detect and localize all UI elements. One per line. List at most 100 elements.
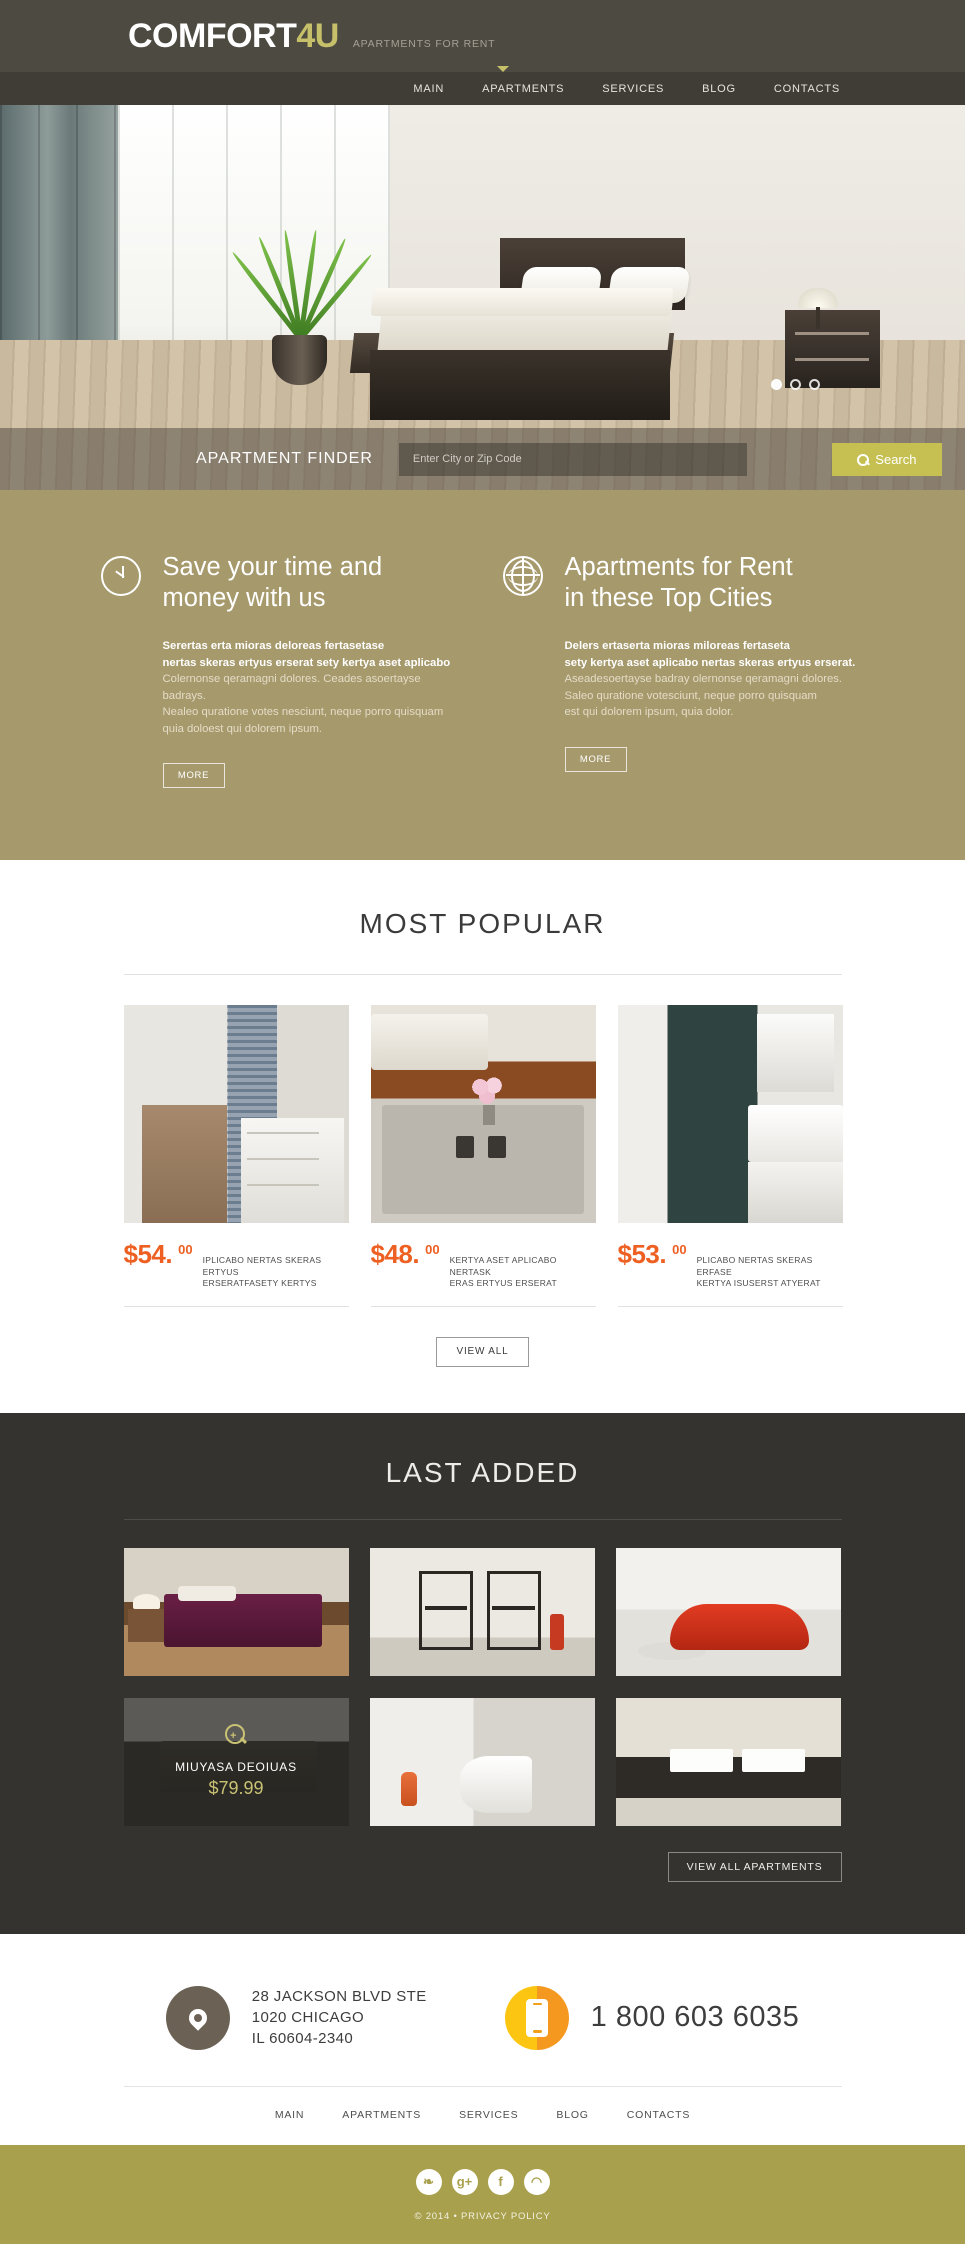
search-button[interactable]: Search [831,442,942,476]
address-block: 28 JACKSON BLVD STE 1020 CHICAGO IL 6060… [165,1985,427,2050]
main-navigation: MAIN APARTMENTS SERVICES BLOG CONTACTS [0,66,965,105]
zoom-in-icon: + [225,1724,247,1746]
social-links: ❧ g+ f ◠ [0,2168,965,2195]
popular-card: $48. 00 KERTYA ASET APLICABO NERTASK ERA… [370,1005,596,1307]
search-icon [857,453,870,466]
feature-title-1: Save your time and money with us [162,553,383,612]
feature-body-1: Colernonse qeramagni dolores. Ceades aso… [162,673,444,735]
most-popular-section: MOST POPULAR $54. 00 IPLICABO NERTAS SKE… [0,860,965,1413]
last-added-tile-featured[interactable]: + MIUYASA DEOIUAS $79.99 [123,1697,349,1826]
card-price-cents: 00 [178,1242,193,1257]
last-added-tile-white-chair[interactable] [369,1697,595,1826]
feature-lead-2: Delers ertaserta mioras miloreas fertase… [564,640,856,669]
map-pin-icon [165,1985,230,2050]
feature-lead-1: Serertas erta mioras deloreas fertasetas… [162,640,451,669]
apartment-finder-bar: APARTMENT FINDER Search [0,428,965,490]
footer-nav-main[interactable]: MAIN [275,2109,304,2121]
tile-price: $79.99 [208,1778,264,1798]
mobile-phone-icon [504,1985,569,2050]
apartment-finder-label: APARTMENT FINDER [196,450,373,467]
hero-slider: APARTMENT FINDER Search [0,105,965,490]
card-price-row: $53. 00 PLICABO NERTAS SKERAS ERFASE KER… [618,1239,843,1290]
feature-title-2: Apartments for Rent in these Top Cities [564,553,793,612]
popular-card: $54. 00 IPLICABO NERTAS SKERAS ERTYUS ER… [123,1005,349,1307]
phone-number[interactable]: 1 800 603 6035 [591,2001,800,2034]
google-plus-icon[interactable]: g+ [451,2168,478,2195]
hero-dot-1[interactable] [771,379,782,390]
divider [617,1305,843,1307]
feature-column-1: Save your time and money with us Sererta… [100,552,463,788]
most-popular-title: MOST POPULAR [359,908,606,939]
nav-item-main[interactable]: MAIN [413,83,444,95]
last-added-title: LAST ADDED [385,1456,580,1488]
contact-section: 28 JACKSON BLVD STE 1020 CHICAGO IL 6060… [0,1933,965,2086]
nav-item-services[interactable]: SERVICES [602,83,664,95]
card-image-bedroom-rug[interactable] [370,1005,596,1223]
view-all-button[interactable]: VIEW ALL [436,1336,529,1367]
tile-hover-overlay[interactable]: + MIUYASA DEOIUAS $79.99 [123,1697,349,1826]
hero-dot-3[interactable] [809,379,820,390]
card-price: $54. [123,1239,173,1269]
nav-item-blog[interactable]: BLOG [702,83,736,95]
popular-cards-list: $54. 00 IPLICABO NERTAS SKERAS ERTYUS ER… [123,1005,843,1307]
feature-column-2: Apartments for Rent in these Top Cities … [502,552,865,788]
last-added-tile-double-sink[interactable] [615,1697,841,1826]
twitter-icon[interactable]: ❧ [415,2168,442,2195]
feature-more-button-2[interactable]: MORE [564,746,627,772]
clock-icon [100,556,141,596]
tile-title: MIUYASA DEOIUAS [175,1760,297,1774]
hero-slider-dots[interactable] [771,379,820,390]
last-added-tile-bedroom-purple[interactable] [123,1547,349,1676]
hero-dot-2[interactable] [790,379,801,390]
divider [123,1518,842,1520]
feature-more-button-1[interactable]: MORE [162,763,225,788]
logo-tagline: APARTMENTS FOR RENT [352,37,496,50]
phone-block: 1 800 603 6035 [504,1985,800,2050]
card-description: PLICABO NERTAS SKERAS ERFASE KERTYA ISUS… [696,1255,821,1288]
card-description: KERTYA ASET APLICABO NERTASK ERAS ERTYUS… [449,1255,557,1288]
footer-navigation: MAIN APARTMENTS SERVICES BLOG CONTACTS [0,2086,965,2145]
card-price-row: $48. 00 KERTYA ASET APLICABO NERTASK ERA… [371,1239,596,1290]
divider [123,1305,349,1307]
rss-icon[interactable]: ◠ [523,2168,550,2195]
logo-main-text: COMFORT [128,16,297,55]
decor-plant [230,217,374,341]
active-nav-caret-icon [497,66,509,72]
feature-body-2: Aseadesoertayse badray olernonse qeramag… [564,673,843,718]
footer-nav-blog[interactable]: BLOG [556,2109,588,2121]
card-image-bathroom-blue[interactable] [123,1005,349,1223]
address-text: 28 JACKSON BLVD STE 1020 CHICAGO IL 6060… [251,1988,427,2047]
nav-item-contacts[interactable]: CONTACTS [774,83,840,95]
last-added-grid: + MIUYASA DEOIUAS $79.99 [123,1547,842,1826]
facebook-icon[interactable]: f [487,2168,514,2195]
divider [123,974,842,975]
divider [370,1305,596,1307]
last-added-tile-chairs[interactable] [369,1547,595,1676]
last-added-tile-red-sofa[interactable] [615,1547,841,1676]
card-price-row: $54. 00 IPLICABO NERTAS SKERAS ERTYUS ER… [124,1239,349,1290]
bottom-bar: ❧ g+ f ◠ © 2014 • PRIVACY POLICY [0,2144,965,2244]
card-price: $53. [617,1239,667,1269]
footer-nav-contacts[interactable]: CONTACTS [627,2109,690,2121]
card-price: $48. [370,1239,420,1269]
site-header: COMFORT 4U APARTMENTS FOR RENT [0,0,965,72]
card-description: IPLICABO NERTAS SKERAS ERTYUS ERSERATFAS… [202,1255,322,1288]
globe-icon [502,556,543,596]
card-image-bathroom-green[interactable] [617,1005,843,1223]
copyright-text: © 2014 • PRIVACY POLICY [414,2210,551,2222]
view-all-apartments-button[interactable]: VIEW ALL APARTMENTS [667,1851,842,1882]
nav-item-apartments[interactable]: APARTMENTS [482,83,564,95]
search-input[interactable] [398,442,747,476]
popular-card: $53. 00 PLICABO NERTAS SKERAS ERFASE KER… [617,1005,843,1307]
nightstand-right [785,310,880,388]
page-root: COMFORT 4U APARTMENTS FOR RENT MAIN APART… [0,0,965,2244]
logo[interactable]: COMFORT 4U APARTMENTS FOR RENT [128,17,495,56]
features-section: Save your time and money with us Sererta… [0,490,965,860]
search-button-label: Search [875,451,917,467]
card-price-cents: 00 [672,1242,687,1257]
last-added-section: LAST ADDED + MIUYASA DEOIUAS $79.99 VIEW… [0,1412,965,1934]
logo-accent-text: 4U [296,16,339,55]
card-price-cents: 00 [425,1242,440,1257]
footer-nav-services[interactable]: SERVICES [459,2109,518,2121]
footer-nav-apartments[interactable]: APARTMENTS [342,2109,421,2121]
